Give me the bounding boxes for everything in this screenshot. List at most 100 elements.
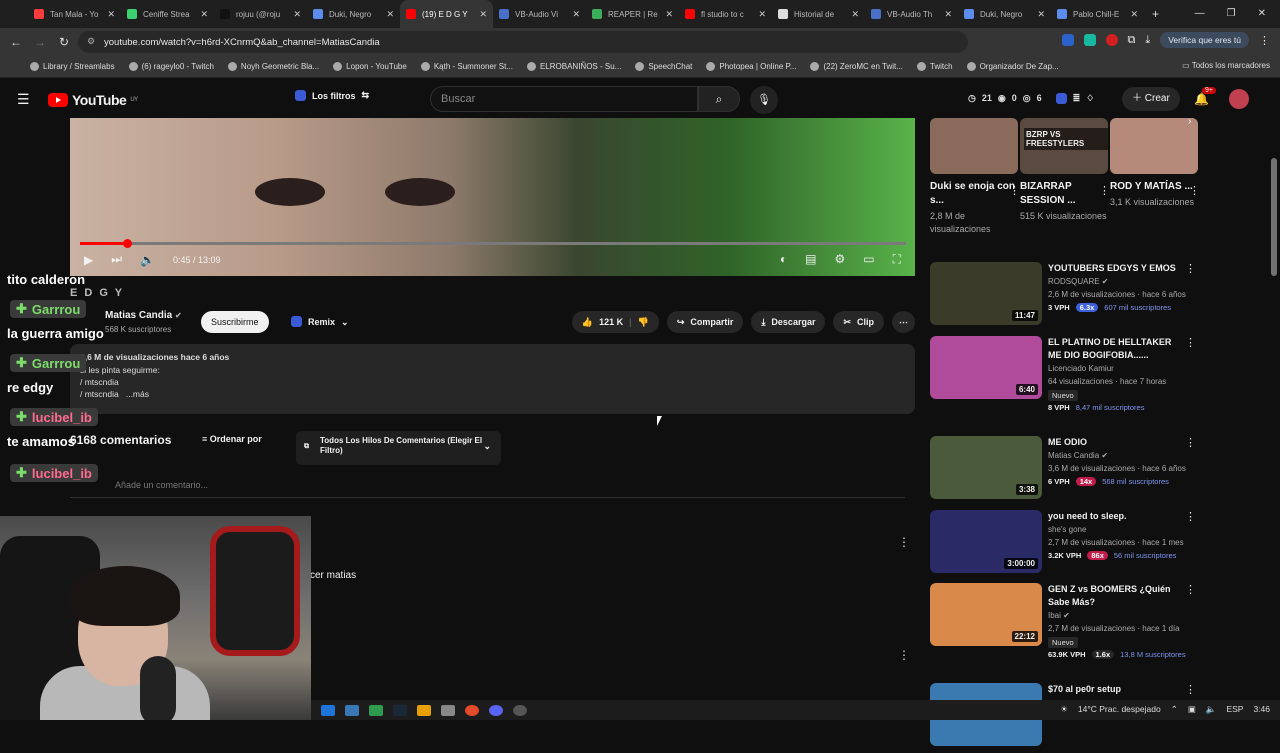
video-menu-icon[interactable]: ⋮ bbox=[1185, 683, 1196, 696]
extension-icon[interactable] bbox=[1055, 93, 1067, 104]
browser-tab[interactable]: REAPER | Re ✕ bbox=[586, 0, 679, 28]
bookmark-item[interactable]: Library / Streamlabs bbox=[30, 62, 115, 71]
short-thumbnail[interactable]: BZRP VS FREESTYLERS bbox=[1020, 118, 1108, 174]
url-field[interactable]: ⚙ youtube.com/watch?v=h6rd-XCnrmQ&ab_cha… bbox=[78, 31, 968, 53]
subtitles-icon[interactable]: ▤ bbox=[805, 252, 816, 267]
short-item[interactable]: ROD Y MATÍAS ... 3,1 K visualizaciones ⋮ bbox=[1110, 118, 1200, 209]
short-thumbnail[interactable] bbox=[930, 118, 1018, 174]
close-tab-icon[interactable]: ✕ bbox=[1130, 9, 1138, 20]
video-thumbnail[interactable]: 3:38 bbox=[930, 436, 1042, 499]
bookmark-item[interactable]: Twitch bbox=[916, 62, 953, 71]
app-icon[interactable] bbox=[417, 704, 431, 716]
restore-icon[interactable]: ❐ bbox=[1227, 8, 1236, 19]
chrome-icon[interactable] bbox=[465, 704, 479, 716]
browser-tab[interactable]: VB-Audio Vi ✕ bbox=[493, 0, 586, 28]
close-window-icon[interactable]: ✕ bbox=[1258, 8, 1266, 19]
discord-icon[interactable] bbox=[489, 704, 503, 716]
video-menu-icon[interactable]: ⋮ bbox=[1185, 583, 1196, 596]
video-menu-icon[interactable]: ⋮ bbox=[1185, 262, 1196, 275]
like-button[interactable]: 👍 121 K | 👎 bbox=[571, 311, 659, 333]
short-menu-icon[interactable]: ⋮ bbox=[1189, 184, 1200, 197]
browser-tab[interactable]: Tan Mala - Yo ✕ bbox=[28, 0, 121, 28]
app-icon[interactable] bbox=[441, 704, 455, 716]
video-menu-icon[interactable]: ⋮ bbox=[1185, 510, 1196, 523]
microphone-icon[interactable]: 🎙 bbox=[750, 86, 778, 114]
browser-tab[interactable]: VB-Audio Th ✕ bbox=[865, 0, 958, 28]
video-player[interactable]: ▶ ⏭ 🔈 0:45 / 13:09 ◐ ▤ ⚙ ▭ ⛶ bbox=[70, 118, 915, 276]
browser-tab[interactable]: Ceniffe Strea ✕ bbox=[121, 0, 214, 28]
channel-name[interactable]: she's gone bbox=[1048, 525, 1086, 534]
scrollbar[interactable] bbox=[1271, 158, 1277, 276]
short-menu-icon[interactable]: ⋮ bbox=[1009, 184, 1020, 197]
search-input[interactable]: Buscar bbox=[430, 86, 698, 112]
theater-mode-icon[interactable]: ▭ bbox=[863, 252, 874, 267]
create-button[interactable]: ＋ Crear bbox=[1122, 87, 1180, 111]
bookmark-item[interactable]: Noyh Geometric Bla... bbox=[227, 62, 319, 71]
close-tab-icon[interactable]: ✕ bbox=[1037, 9, 1045, 20]
recommended-video[interactable]: 3:38 ME ODIO ⋮ Matias Candia ✔ 3,6 M de visu… bbox=[930, 436, 1200, 506]
settings-gear-icon[interactable]: ⚙ bbox=[834, 252, 845, 267]
video-thumbnail[interactable]: 3:00:00 bbox=[930, 510, 1042, 573]
download-icon[interactable]: ⤓ bbox=[1145, 34, 1150, 47]
file-explorer-icon[interactable] bbox=[321, 704, 335, 716]
youtube-logo[interactable]: YouTube UY bbox=[48, 92, 138, 108]
volume-icon[interactable]: 🔈 bbox=[1206, 704, 1217, 715]
back-icon[interactable]: ← bbox=[4, 35, 28, 49]
browser-tab[interactable]: rojuu (@roju ✕ bbox=[214, 0, 307, 28]
share-button[interactable]: ↪ Compartir bbox=[666, 311, 744, 333]
next-icon[interactable]: ⏭ bbox=[111, 252, 122, 267]
channel-name[interactable]: RODSQUARE ✔ bbox=[1048, 277, 1109, 286]
forward-icon[interactable]: → bbox=[28, 35, 52, 49]
progress-bar[interactable] bbox=[80, 239, 906, 248]
lang-indicator[interactable]: ESP bbox=[1226, 704, 1243, 715]
recommended-video[interactable]: 22:12 GEN Z vs BOOMERS ¿Quién Sabe Más? ⋮ I… bbox=[930, 583, 1200, 659]
play-icon[interactable]: ▶ bbox=[84, 253, 93, 267]
comment-menu-icon[interactable]: ⋮ bbox=[898, 535, 910, 549]
bookmark-item[interactable]: Organizador De Zap... bbox=[966, 62, 1059, 71]
download-button[interactable]: ⤓ Descargar bbox=[751, 311, 826, 333]
close-tab-icon[interactable]: ✕ bbox=[851, 9, 859, 20]
video-menu-icon[interactable]: ⋮ bbox=[1185, 436, 1196, 449]
remix-button[interactable]: Remix ⌄ bbox=[283, 311, 357, 333]
comment-filter-select[interactable]: ⧉ Todos Los Hilos De Comentarios (Elegir… bbox=[296, 431, 501, 465]
clip-button[interactable]: ✂ Clip bbox=[833, 311, 884, 333]
search-icon[interactable]: ⌕ bbox=[698, 86, 740, 112]
weather-text[interactable]: 14°C Prac. despejado bbox=[1078, 704, 1161, 715]
short-item[interactable]: BZRP VS FREESTYLERS BIZARRAP SESSION ... 5… bbox=[1020, 118, 1110, 223]
video-thumbnail[interactable]: 22:12 bbox=[930, 583, 1042, 646]
filters-button[interactable]: Los filtros ⇆ bbox=[295, 90, 369, 101]
close-tab-icon[interactable]: ✕ bbox=[665, 9, 673, 20]
hamburger-menu-icon[interactable]: ☰ bbox=[17, 91, 30, 108]
fullscreen-icon[interactable]: ⛶ bbox=[893, 252, 901, 267]
browser-tab[interactable]: Historial de ✕ bbox=[772, 0, 865, 28]
channel-name[interactable]: Matias Candia ✔ bbox=[1048, 451, 1108, 460]
reload-icon[interactable]: ↻ bbox=[52, 35, 76, 49]
channel-name[interactable]: Licenciado Kamiur bbox=[1048, 364, 1114, 373]
menu-kebab-icon[interactable]: ⋮ bbox=[1259, 34, 1270, 47]
network-icon[interactable]: ▣ bbox=[1188, 704, 1196, 715]
avatar[interactable] bbox=[1229, 89, 1249, 109]
thumbs-down-icon[interactable]: 👎 bbox=[638, 311, 649, 333]
bookmark-item[interactable]: Lopon - YouTube bbox=[333, 62, 407, 71]
notifications-bell-icon[interactable]: 🔔 bbox=[1194, 92, 1209, 106]
recommended-video[interactable]: 6:40 EL PLATINO DE HELLTAKER ME DIO BOGIF… bbox=[930, 336, 1200, 412]
site-info-icon[interactable]: ⚙ bbox=[87, 36, 95, 47]
tray-chevron-icon[interactable]: ⌃ bbox=[1171, 704, 1178, 715]
steam-icon[interactable] bbox=[393, 704, 407, 716]
browser-tab[interactable]: Pablo Chill-E ✕ bbox=[1051, 0, 1144, 28]
close-tab-icon[interactable]: ✕ bbox=[386, 9, 394, 20]
close-tab-icon[interactable]: ✕ bbox=[479, 9, 487, 20]
browser-tab[interactable]: fl studio to c ✕ bbox=[679, 0, 772, 28]
autoplay-toggle[interactable]: ◐ bbox=[780, 252, 787, 267]
minimize-icon[interactable]: — bbox=[1195, 8, 1205, 19]
bookmark-item[interactable]: Kąth - Summoner St... bbox=[420, 62, 513, 71]
app-icon[interactable] bbox=[345, 704, 359, 716]
scrubber-handle[interactable] bbox=[123, 239, 133, 248]
close-tab-icon[interactable]: ✕ bbox=[944, 9, 952, 20]
bookmark-item[interactable]: ELROBANIÑOS - Su... bbox=[526, 62, 621, 71]
bookmark-item[interactable]: Photopea | Online P... bbox=[706, 62, 796, 71]
short-item[interactable]: Duki se enoja con s... 2,8 M de visualiza… bbox=[930, 118, 1020, 236]
close-tab-icon[interactable]: ✕ bbox=[293, 9, 301, 20]
channel-name[interactable]: Ibai ✔ bbox=[1048, 611, 1070, 620]
bookmark-item[interactable]: (22) ZeroMC en Twit... bbox=[810, 62, 903, 71]
